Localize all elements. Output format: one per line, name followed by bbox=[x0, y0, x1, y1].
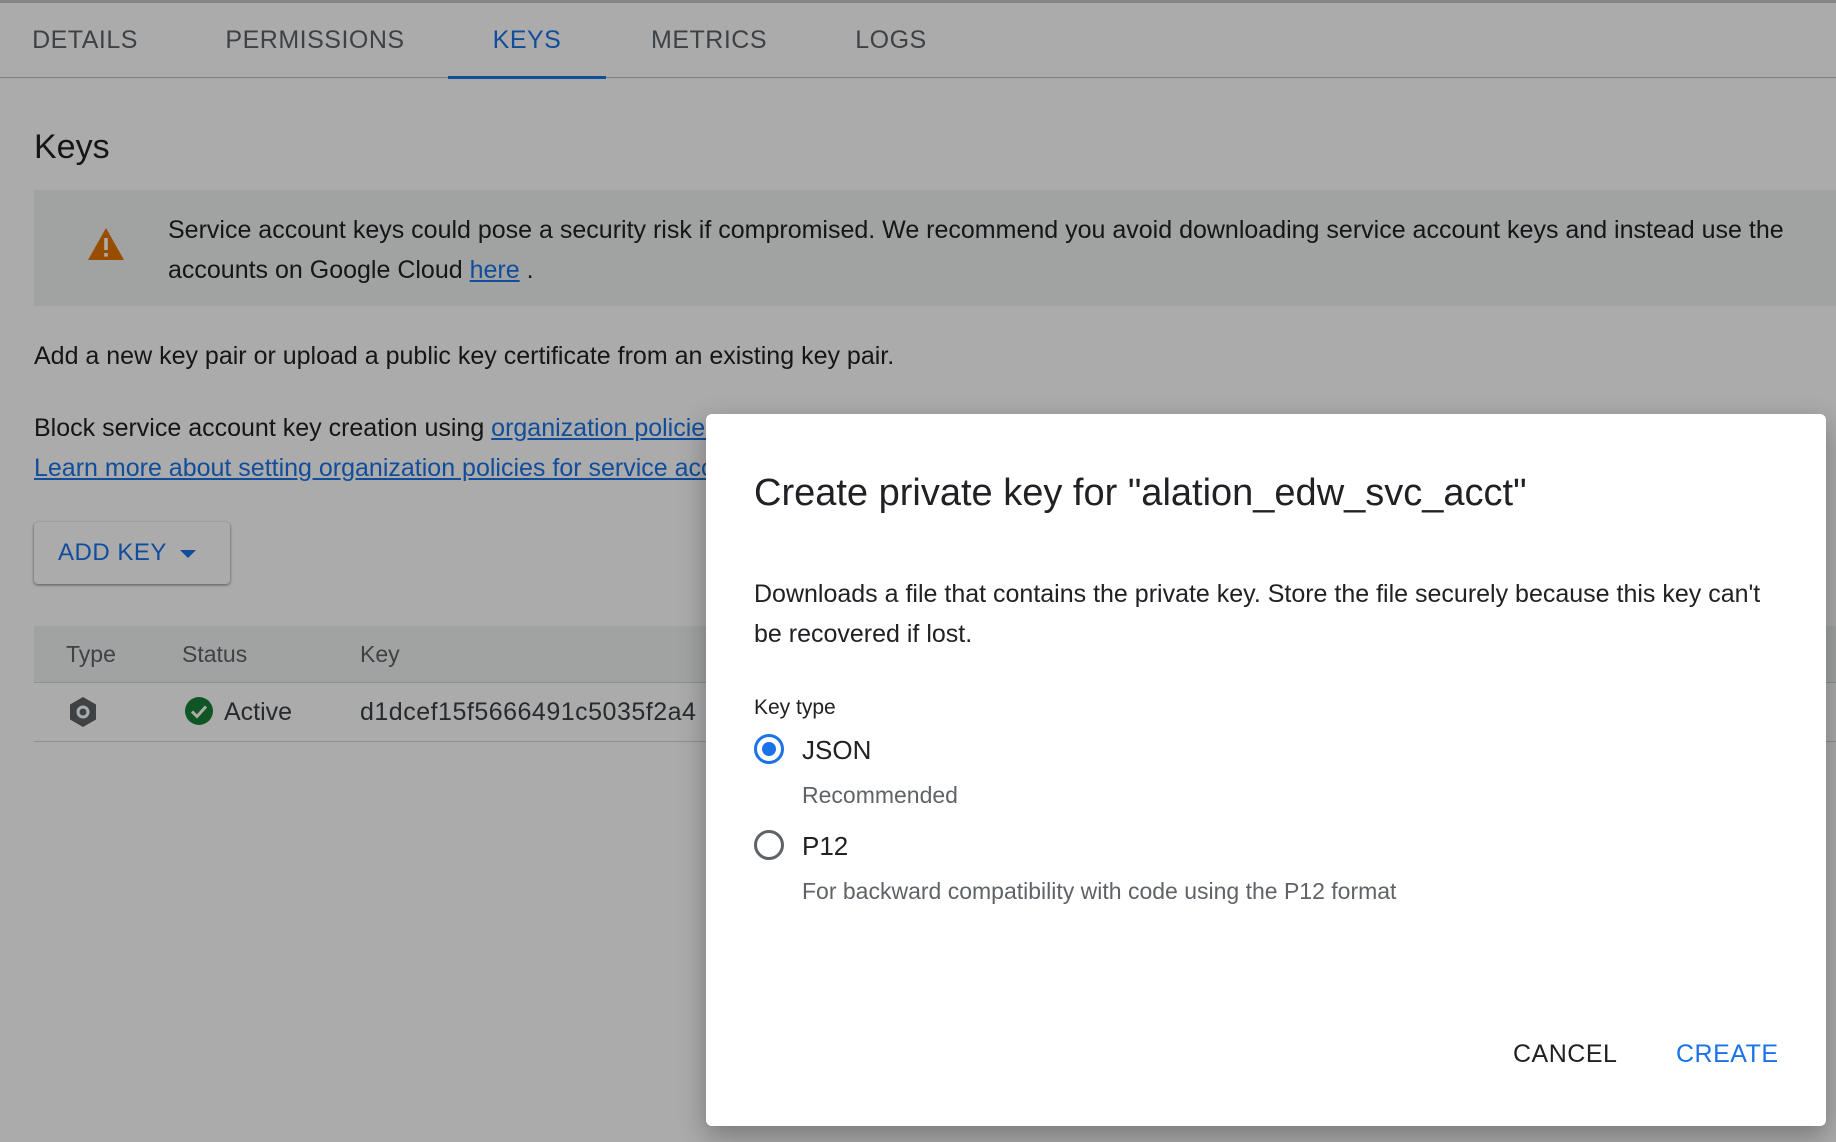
create-private-key-dialog: Create private key for "alation_edw_svc_… bbox=[706, 414, 1826, 1126]
create-button[interactable]: CREATE bbox=[1676, 1040, 1779, 1069]
p12-option-label[interactable]: P12 bbox=[802, 831, 848, 862]
json-option-sub: Recommended bbox=[802, 782, 958, 808]
p12-radio[interactable] bbox=[754, 830, 784, 860]
key-type-label: Key type bbox=[754, 696, 836, 719]
json-radio[interactable] bbox=[754, 734, 784, 764]
dialog-title: Create private key for "alation_edw_svc_… bbox=[754, 472, 1527, 514]
json-option-label[interactable]: JSON bbox=[802, 735, 871, 766]
p12-option-sub: For backward compatibility with code usi… bbox=[802, 878, 1397, 904]
dialog-description: Downloads a file that contains the priva… bbox=[754, 580, 1761, 648]
cancel-button[interactable]: CANCEL bbox=[1513, 1040, 1617, 1069]
